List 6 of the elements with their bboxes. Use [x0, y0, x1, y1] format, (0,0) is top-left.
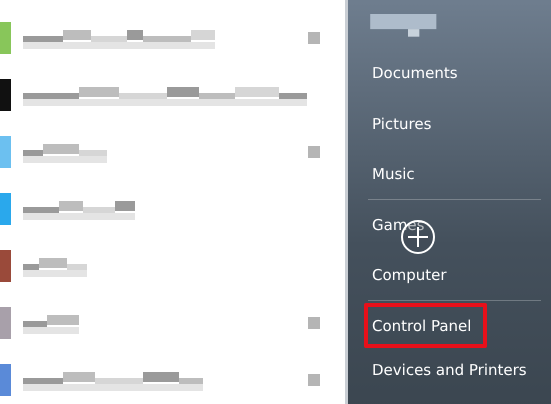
- menu-item[interactable]: Devices and Printers: [364, 353, 535, 387]
- menu-item[interactable]: Pictures: [364, 107, 440, 141]
- menu-item[interactable]: Music: [364, 158, 423, 192]
- menu-item[interactable]: Computer: [364, 258, 455, 292]
- menu-item[interactable]: Control Panel: [364, 302, 488, 348]
- menu-item[interactable]: Documents: [364, 56, 466, 90]
